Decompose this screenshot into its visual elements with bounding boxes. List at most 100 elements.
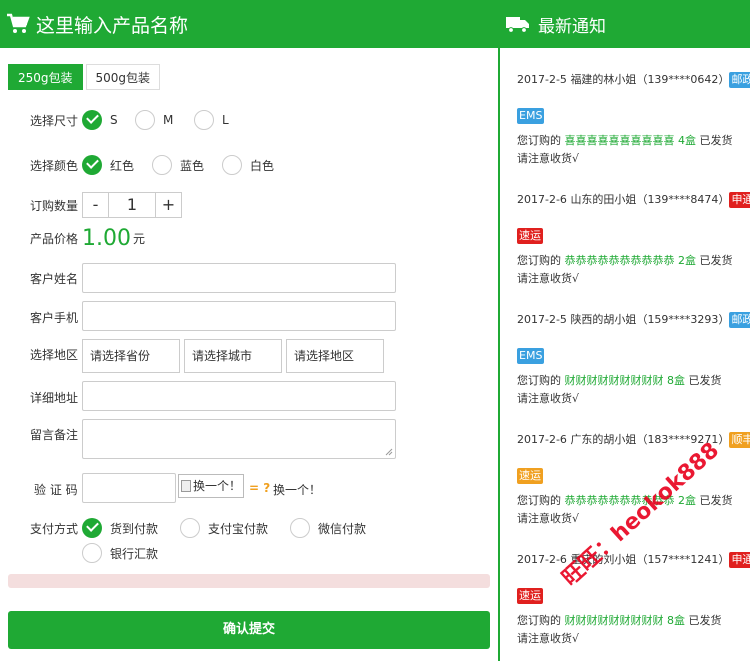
notice-text: 8盒 [667, 614, 685, 627]
radio-circle-icon [290, 518, 310, 538]
remark-label: 留言备注 [30, 428, 79, 442]
province-select[interactable]: 请选择省份 [82, 339, 180, 373]
courier-service-badge: EMS [517, 108, 545, 124]
notice-text: 您订购的 [517, 254, 561, 267]
city-select[interactable]: 请选择城市 [184, 339, 282, 373]
payment-row: 支付方式 货到付款 支付宝付款 微信付款 [30, 518, 366, 538]
color-option-white[interactable]: 白色 [222, 155, 274, 175]
message-bar [8, 574, 490, 588]
notice-text: 财财财财财财财财财 [564, 374, 664, 387]
notice-panel: 最新通知 2017-2-5 福建的林小姐（139****0642）邮政EMS您订… [498, 0, 750, 661]
package-tab-500g[interactable]: 500g包装 [85, 64, 161, 90]
notice-text: 财财财财财财财财财 [564, 614, 664, 627]
customer-name-label: 客户姓名 [30, 272, 79, 286]
notice-text: 2017-2-6 [517, 193, 567, 206]
notice-text: 您订购的 [517, 134, 561, 147]
color-option-blue[interactable]: 蓝色 [152, 155, 222, 175]
notice-text: 陕西的胡小姐 [570, 313, 637, 326]
quantity-stepper: - 1 + [82, 192, 182, 218]
notice-text: 恭恭恭恭恭恭恭恭恭恭 [564, 254, 675, 267]
notice-item: 2017-2-5 福建的林小姐（139****0642）邮政EMS您订购的 喜喜… [517, 70, 750, 168]
price-row: 产品价格 1.00 元 [30, 226, 145, 251]
size-label: 选择尺寸 [30, 113, 79, 128]
notice-text: 请注意收货√ [517, 632, 580, 645]
notice-text: 139****8474 [647, 193, 719, 206]
checkmark-icon [82, 110, 102, 130]
notice-text: 已发货 [688, 374, 722, 387]
size-option-l[interactable]: L [194, 110, 229, 130]
quantity-minus-button[interactable]: - [83, 193, 109, 217]
district-select[interactable]: 请选择地区 [286, 339, 384, 373]
payment-option-alipay[interactable]: 支付宝付款 [180, 518, 290, 538]
quantity-label: 订购数量 [30, 198, 79, 213]
courier-service-badge: 速运 [517, 588, 543, 604]
notice-title: 最新通知 [538, 16, 606, 37]
notice-item: 2017-2-6 重庆的刘小姐（157****1241）申通速运您订购的 财财财… [517, 550, 750, 648]
remark-textarea[interactable] [82, 419, 396, 459]
notice-text: 您订购的 [517, 614, 561, 627]
payment-label: 支付方式 [30, 521, 79, 536]
courier-badge: 申通 [729, 552, 750, 568]
captcha-image[interactable]: 换一个！ [178, 474, 244, 498]
notice-text: 已发货 [688, 614, 722, 627]
checkmark-icon [82, 518, 102, 538]
size-option-m[interactable]: M [135, 110, 194, 130]
notice-text: 福建的林小姐 [570, 73, 637, 86]
resize-grip-icon [385, 448, 393, 456]
notice-text: 请注意收货√ [517, 392, 580, 405]
payment-option-cod[interactable]: 货到付款 [82, 518, 180, 538]
shopping-cart-icon [7, 13, 30, 33]
color-option-red[interactable]: 红色 [82, 155, 152, 175]
address-input[interactable] [82, 381, 396, 411]
notice-text: 喜喜喜喜喜喜喜喜喜喜 [564, 134, 675, 147]
courier-badge: 申通 [729, 192, 750, 208]
courier-badge: 邮政 [729, 312, 750, 328]
price-unit: 元 [132, 232, 145, 246]
size-row: 选择尺寸 S M L [30, 110, 229, 130]
captcha-input[interactable] [82, 473, 176, 503]
submit-button[interactable]: 确认提交 [8, 611, 490, 649]
customer-name-input[interactable] [82, 263, 396, 293]
notice-text: 您订购的 [517, 494, 561, 507]
captcha-equation: = ? [249, 481, 271, 495]
radio-circle-icon [180, 518, 200, 538]
region-label: 选择地区 [30, 348, 79, 362]
notice-text: 请注意收货√ [517, 272, 580, 285]
courier-badge: 顺丰 [729, 432, 750, 448]
package-tab-250g[interactable]: 250g包装 [8, 64, 83, 90]
notice-text: 已发货 [699, 254, 733, 267]
notice-text: 4盒 [678, 134, 696, 147]
radio-circle-icon [152, 155, 172, 175]
notice-text: 已发货 [699, 134, 733, 147]
notice-text: 2017-2-6 [517, 433, 567, 446]
notice-text: 山东的田小姐 [570, 193, 637, 206]
notice-text: 请注意收货√ [517, 152, 580, 165]
order-form-panel: 这里输入产品名称 250g包装 500g包装 选择尺寸 S M L 选择颜色 红… [0, 0, 498, 661]
notice-text: 您订购的 [517, 374, 561, 387]
customer-phone-label: 客户手机 [30, 311, 79, 325]
notice-text: 广东的胡小姐 [570, 433, 637, 446]
captcha-refresh-link[interactable]: 换一个！ [273, 481, 321, 498]
notice-text: 157****1241 [647, 553, 719, 566]
broken-image-icon [181, 480, 191, 492]
size-option-s[interactable]: S [82, 110, 135, 130]
courier-service-badge: 速运 [517, 228, 543, 244]
notice-text: 8盒 [667, 374, 685, 387]
radio-circle-icon [222, 155, 242, 175]
quantity-plus-button[interactable]: + [155, 193, 181, 217]
color-label: 选择颜色 [30, 158, 79, 173]
notice-text: 请注意收货√ [517, 512, 580, 525]
payment-option-wechat[interactable]: 微信付款 [290, 518, 366, 538]
product-header: 这里输入产品名称 [0, 0, 498, 48]
quantity-row: 订购数量 - 1 + [30, 192, 182, 218]
package-tabs: 250g包装 500g包装 [8, 64, 163, 90]
product-name-title: 这里输入产品名称 [36, 14, 189, 37]
payment-row-2: 银行汇款 [82, 543, 158, 563]
checkmark-icon [82, 155, 102, 175]
notice-text: 2017-2-5 [517, 313, 567, 326]
quantity-input[interactable]: 1 [109, 193, 155, 217]
customer-phone-input[interactable] [82, 301, 396, 331]
radio-circle-icon [82, 543, 102, 563]
color-row: 选择颜色 红色 蓝色 白色 [30, 155, 274, 175]
payment-option-bank[interactable]: 银行汇款 [82, 543, 158, 563]
